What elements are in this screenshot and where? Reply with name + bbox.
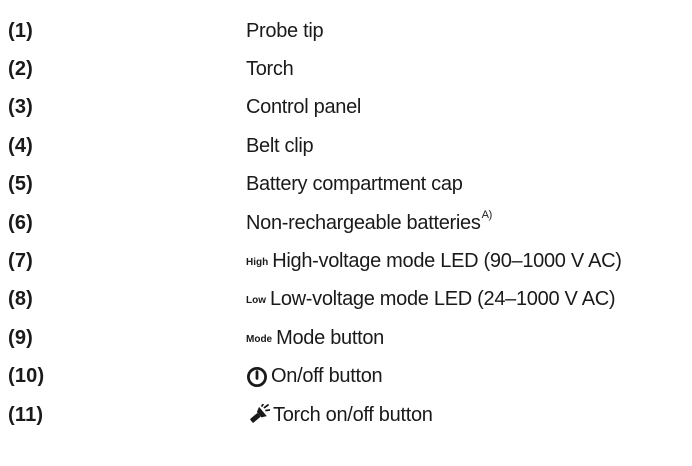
item-number: (3) <box>8 96 34 119</box>
item-number: (10) <box>8 365 45 388</box>
legend-item-4: (4) Belt clip <box>8 127 688 165</box>
item-description: Torch <box>246 58 294 81</box>
legend-item-8: (8) Low Low-voltage mode LED (24–1000 V … <box>8 281 688 319</box>
footnote-marker: A) <box>481 209 493 222</box>
item-description: On/off button <box>271 365 383 388</box>
high-mode-label: High <box>246 257 269 269</box>
item-number: (1) <box>8 19 34 42</box>
item-number: (7) <box>8 250 34 273</box>
item-number: (2) <box>8 58 34 81</box>
item-description: Control panel <box>246 96 362 119</box>
item-number: (4) <box>8 134 34 157</box>
power-icon <box>246 366 268 388</box>
legend-item-11: (11) Torch on/off button <box>8 396 688 434</box>
mode-label: Mode <box>246 333 273 345</box>
legend-item-10: (10) On/off button <box>8 358 688 396</box>
item-number: (11) <box>8 403 44 426</box>
item-number: (8) <box>8 288 34 311</box>
legend-item-3: (3) Control panel <box>8 89 688 127</box>
item-description: Torch on/off button <box>273 403 433 426</box>
legend-item-5: (5) Battery compartment cap <box>8 166 688 204</box>
legend-item-1: (1) Probe tip <box>8 12 688 50</box>
item-description: High-voltage mode LED (90–1000 V AC) <box>272 250 622 273</box>
item-number: (9) <box>8 326 34 349</box>
item-number: (5) <box>8 173 34 196</box>
legend-item-2: (2) Torch <box>8 50 688 88</box>
item-description: Non-rechargeable batteries <box>246 211 481 234</box>
component-legend: (1) Probe tip (2) Torch (3) Control pane… <box>8 12 688 434</box>
torch-icon <box>246 404 270 426</box>
item-number: (6) <box>8 211 34 234</box>
legend-item-9: (9) Mode Mode button <box>8 319 688 357</box>
legend-item-6: (6) Non-rechargeable batteries A) <box>8 204 688 242</box>
item-description: Probe tip <box>246 19 324 42</box>
item-description: Battery compartment cap <box>246 173 463 196</box>
legend-item-7: (7) High High-voltage mode LED (90–1000 … <box>8 242 688 280</box>
item-description: Mode button <box>276 326 385 349</box>
item-description: Low-voltage mode LED (24–1000 V AC) <box>270 288 616 311</box>
low-mode-label: Low <box>246 295 266 307</box>
item-description: Belt clip <box>246 134 314 157</box>
